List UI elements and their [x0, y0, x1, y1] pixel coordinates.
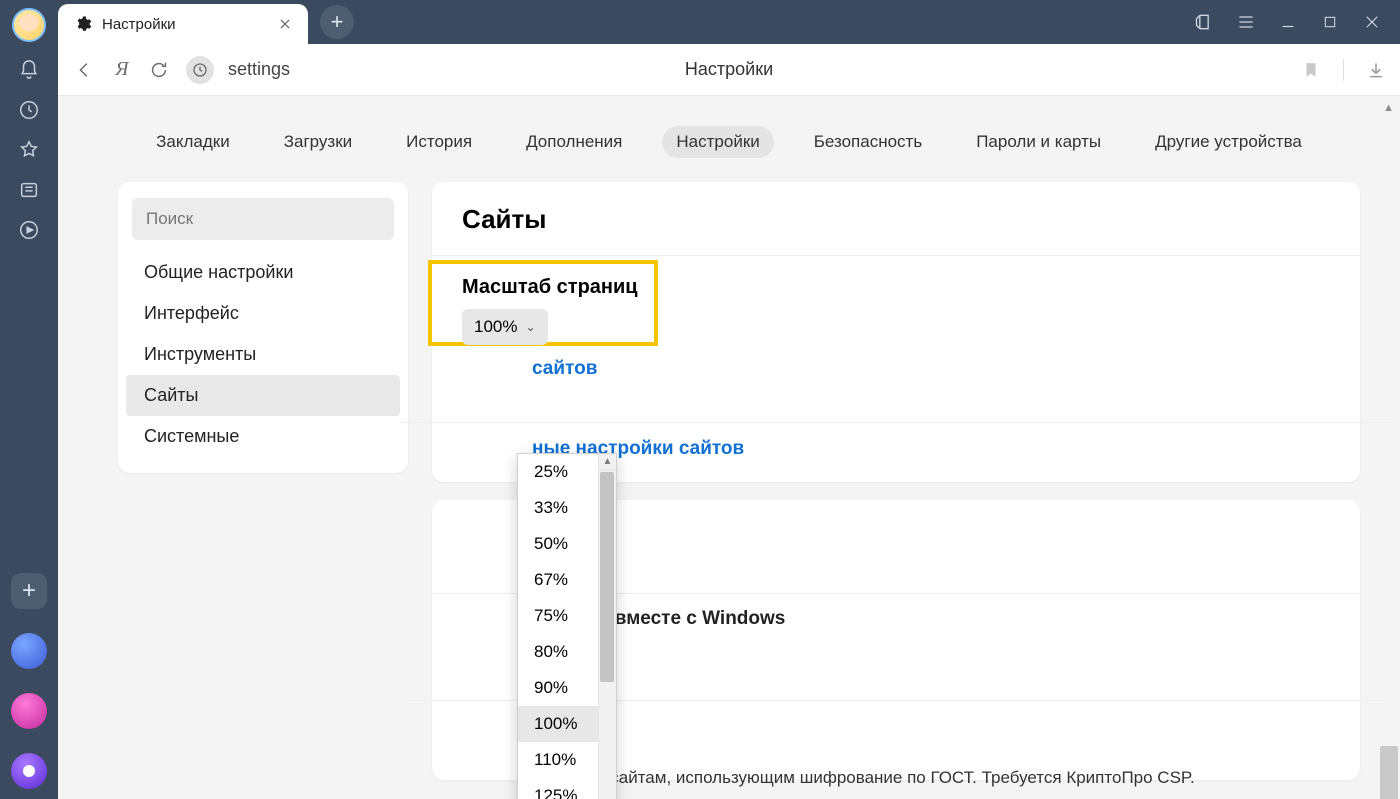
- assistant-bubble-1[interactable]: [11, 633, 47, 669]
- bookmarks-icon[interactable]: [17, 138, 41, 162]
- scale-dropdown[interactable]: ▲ 25% 33% 50% 67% 75% 80% 90% 100% 110% …: [517, 453, 617, 799]
- window-close-icon[interactable]: [1362, 12, 1382, 32]
- alice-assistant-icon[interactable]: [11, 753, 47, 789]
- scale-option-67[interactable]: 67%: [518, 562, 598, 598]
- sidebar-item-general[interactable]: Общие настройки: [126, 252, 400, 293]
- yandex-home-icon[interactable]: Я: [112, 58, 132, 81]
- scale-select[interactable]: 100% ⌄: [462, 309, 548, 345]
- page-title: Настройки: [685, 59, 773, 80]
- scale-option-100[interactable]: 100%: [518, 706, 598, 742]
- settings-sidebar: Общие настройки Интерфейс Инструменты Са…: [118, 182, 408, 473]
- reload-icon[interactable]: [146, 57, 172, 83]
- nav-passwords[interactable]: Пароли и карты: [962, 126, 1115, 158]
- address-bar: Я settings Настройки: [58, 44, 1400, 96]
- gost-description-partial: очаться к сайтам, использующим шифровани…: [532, 768, 1195, 788]
- panel-sites: Сайты Масштаб страниц 100% ⌄: [432, 182, 1360, 482]
- media-icon[interactable]: [17, 218, 41, 242]
- scale-option-50[interactable]: 50%: [518, 526, 598, 562]
- scale-option-75[interactable]: 75%: [518, 598, 598, 634]
- new-tab-button[interactable]: +: [320, 5, 354, 39]
- sidebar-item-sites[interactable]: Сайты: [126, 375, 400, 416]
- address-text[interactable]: settings: [228, 59, 290, 80]
- sidebar-item-tools[interactable]: Инструменты: [126, 334, 400, 375]
- site-info-icon[interactable]: [186, 56, 214, 84]
- page-scrollbar-thumb[interactable]: [1380, 746, 1398, 799]
- downloads-icon[interactable]: [1366, 60, 1386, 80]
- bookmark-page-icon[interactable]: [1301, 60, 1321, 80]
- nav-devices[interactable]: Другие устройства: [1141, 126, 1316, 158]
- collections-icon[interactable]: [17, 178, 41, 202]
- left-rail: +: [0, 0, 58, 799]
- close-tab-icon[interactable]: [276, 15, 294, 33]
- nav-bookmarks[interactable]: Закладки: [142, 126, 244, 158]
- panel-sites-title: Сайты: [462, 204, 1330, 235]
- sidebar-item-interface[interactable]: Интерфейс: [126, 293, 400, 334]
- profile-avatar[interactable]: [12, 8, 46, 42]
- nav-settings[interactable]: Настройки: [662, 126, 773, 158]
- sidebar-toggle-icon[interactable]: [1194, 12, 1214, 32]
- window-maximize-icon[interactable]: [1320, 12, 1340, 32]
- menu-icon[interactable]: [1236, 12, 1256, 32]
- separator: [1343, 59, 1344, 81]
- settings-search-input[interactable]: [146, 209, 380, 229]
- scale-option-33[interactable]: 33%: [518, 490, 598, 526]
- chevron-down-icon: ⌄: [525, 320, 535, 334]
- scroll-up-arrow-icon[interactable]: ▲: [1383, 102, 1394, 114]
- tab-title: Настройки: [102, 16, 176, 33]
- nav-history[interactable]: История: [392, 126, 486, 158]
- link-site-settings-partial[interactable]: сайтов: [532, 358, 597, 380]
- back-icon[interactable]: [72, 57, 98, 83]
- tab-strip: Настройки +: [58, 0, 1400, 44]
- browser-tab-settings[interactable]: Настройки: [58, 4, 308, 44]
- section-page-scale: Масштаб страниц: [462, 276, 1330, 299]
- scale-option-110[interactable]: 110%: [518, 742, 598, 778]
- scale-option-90[interactable]: 90%: [518, 670, 598, 706]
- gear-icon: [74, 15, 92, 33]
- nav-security[interactable]: Безопасность: [800, 126, 936, 158]
- notifications-icon[interactable]: [17, 58, 41, 82]
- settings-search[interactable]: [132, 198, 394, 240]
- nav-downloads[interactable]: Загрузки: [270, 126, 366, 158]
- nav-extensions[interactable]: Дополнения: [512, 126, 636, 158]
- scale-select-value: 100%: [474, 317, 517, 337]
- settings-content: ▲ Закладки Загрузки История Дополнения Н…: [58, 96, 1400, 799]
- scale-option-25[interactable]: 25%: [518, 454, 598, 490]
- settings-top-nav: Закладки Загрузки История Дополнения Нас…: [58, 96, 1400, 182]
- sidebar-item-system[interactable]: Системные: [126, 416, 400, 457]
- history-icon[interactable]: [17, 98, 41, 122]
- scale-option-125[interactable]: 125%: [518, 778, 598, 799]
- scale-option-80[interactable]: 80%: [518, 634, 598, 670]
- window-minimize-icon[interactable]: [1278, 12, 1298, 32]
- add-panel-button[interactable]: +: [11, 573, 47, 609]
- assistant-bubble-2[interactable]: [11, 693, 47, 729]
